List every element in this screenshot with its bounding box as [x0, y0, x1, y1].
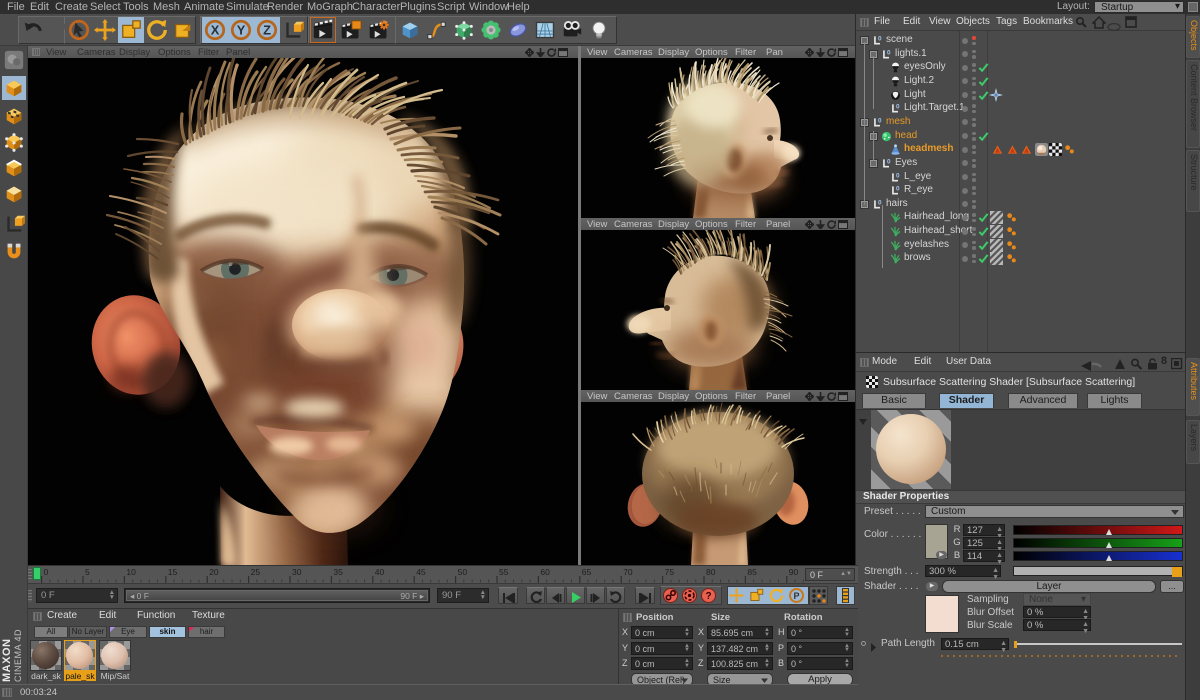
svg-text:65: 65: [582, 567, 592, 577]
svg-text:?: ?: [705, 591, 711, 602]
svg-text:15: 15: [168, 567, 178, 577]
svg-text:55: 55: [499, 567, 509, 577]
svg-text:30: 30: [292, 567, 302, 577]
svg-text:5: 5: [85, 567, 90, 577]
svg-text:40: 40: [375, 567, 385, 577]
svg-text:0: 0: [44, 567, 49, 577]
svg-text:20: 20: [209, 567, 219, 577]
svg-text:85: 85: [747, 567, 757, 577]
svg-text:45: 45: [416, 567, 426, 577]
svg-text:70: 70: [623, 567, 633, 577]
svg-text:90: 90: [789, 567, 799, 577]
svg-text:35: 35: [333, 567, 343, 577]
svg-text:80: 80: [706, 567, 716, 577]
svg-text:10: 10: [126, 567, 136, 577]
svg-text:25: 25: [251, 567, 261, 577]
svg-text:60: 60: [540, 567, 550, 577]
svg-text:P: P: [793, 591, 799, 601]
svg-text:75: 75: [665, 567, 675, 577]
svg-text:50: 50: [458, 567, 468, 577]
